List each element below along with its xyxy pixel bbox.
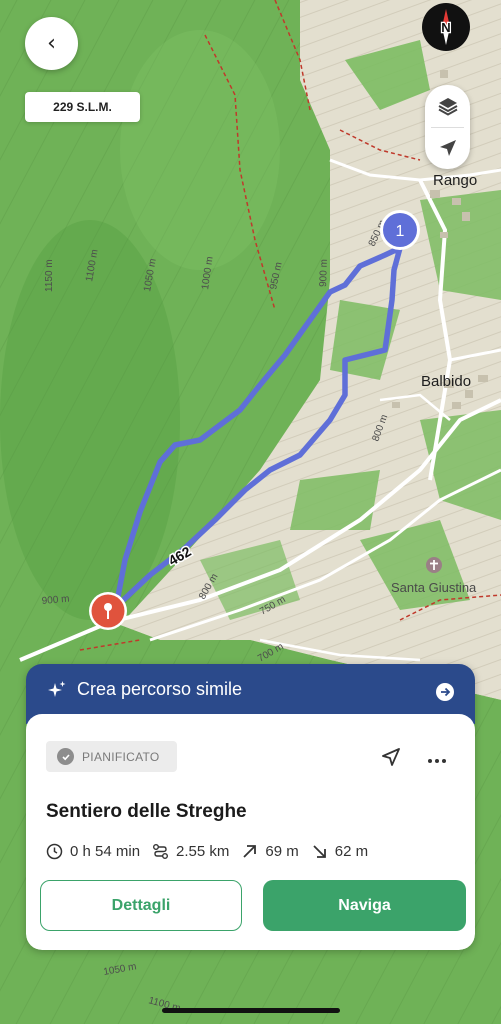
chevron-left-icon: ‹ bbox=[47, 30, 56, 56]
duration-value: 0 h 54 min bbox=[70, 842, 141, 860]
ascent-value: 69 m bbox=[265, 842, 299, 860]
place-label-santa-giustina: Santa Giustina bbox=[391, 580, 477, 595]
start-pin-icon[interactable] bbox=[89, 592, 127, 630]
sparkle-icon bbox=[48, 681, 66, 697]
send-icon bbox=[382, 748, 400, 766]
location-arrow-icon bbox=[439, 140, 456, 156]
share-button[interactable] bbox=[380, 746, 402, 773]
clock-icon bbox=[46, 843, 63, 859]
route-distance-icon bbox=[153, 843, 169, 859]
locate-button[interactable] bbox=[425, 127, 470, 169]
descent-value: 62 m bbox=[334, 842, 369, 860]
check-icon bbox=[57, 748, 74, 765]
church-icon bbox=[426, 557, 442, 573]
compass-icon[interactable]: N bbox=[422, 3, 470, 51]
contour-label: 900 m bbox=[318, 259, 330, 287]
back-button[interactable]: ‹ bbox=[25, 17, 78, 70]
trail-title: Sentiero delle Streghe bbox=[46, 801, 247, 822]
map-controls bbox=[425, 85, 470, 169]
distance-value: 2.55 km bbox=[176, 842, 230, 860]
distance-stat: 2.55 km bbox=[152, 843, 229, 860]
descent-stat: 62 m bbox=[311, 843, 368, 860]
altitude-badge: 229 S.L.M. bbox=[25, 92, 140, 122]
more-options-button[interactable] bbox=[427, 752, 447, 770]
details-button[interactable]: Dettagli bbox=[40, 880, 242, 931]
create-similar-route-label: Crea percorso simile bbox=[77, 679, 243, 699]
arrow-up-right-icon bbox=[243, 844, 257, 858]
trail-stats: 0 h 54 min 2.55 km 69 m 62 m bbox=[46, 840, 368, 862]
navigate-button[interactable]: Naviga bbox=[263, 880, 466, 931]
arrow-right-icon bbox=[436, 683, 454, 701]
ascent-stat: 69 m bbox=[241, 842, 299, 860]
waypoint-marker[interactable]: 1 bbox=[380, 210, 420, 250]
more-horizontal-icon bbox=[428, 759, 446, 763]
home-indicator bbox=[162, 1008, 340, 1013]
layers-icon bbox=[438, 98, 457, 116]
status-label: PIANIFICATO bbox=[82, 749, 160, 764]
contour-label: 1150 m bbox=[44, 259, 55, 292]
status-badge: PIANIFICATO bbox=[46, 741, 177, 772]
layers-button[interactable] bbox=[425, 85, 470, 127]
place-label-rango: Rango bbox=[433, 172, 477, 189]
arrow-down-right-icon bbox=[313, 844, 326, 858]
duration-stat: 0 h 54 min bbox=[46, 843, 140, 860]
compass-letter: N bbox=[441, 20, 450, 35]
place-label-balbido: Balbido bbox=[421, 373, 471, 390]
waypoint-number: 1 bbox=[396, 223, 405, 240]
